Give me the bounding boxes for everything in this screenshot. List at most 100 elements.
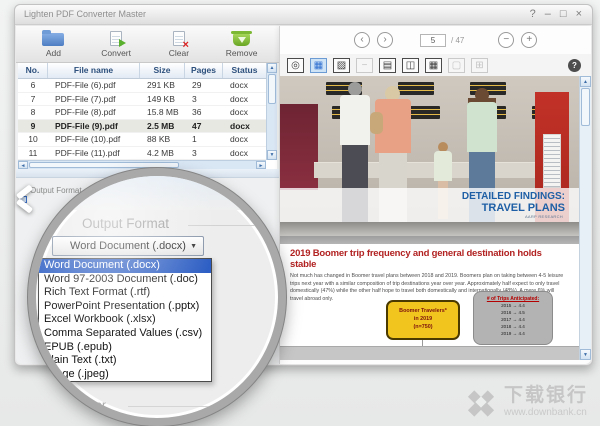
dropdown-option[interactable]: Plain Text (.txt) (39, 354, 211, 368)
maximize-button[interactable]: □ (560, 8, 567, 21)
scroll-left-icon[interactable]: ◄ (18, 161, 28, 169)
prev-page-button[interactable]: ‹ (354, 32, 370, 48)
cell-pages: 47 (185, 120, 223, 133)
table-horizontal-scrollbar[interactable]: ◄ ► (18, 160, 266, 169)
magnifier-content: Output Format Word Document (.docx) ▼ Wo… (36, 176, 278, 418)
column-header-pages[interactable]: Pages (185, 63, 223, 78)
dropdown-list: Word Document (.docx) Word 97-2003 Docum… (38, 258, 212, 382)
magnified-panel-top (36, 176, 278, 210)
scroll-right-icon[interactable]: ► (256, 161, 266, 169)
minimize-button[interactable]: – (545, 8, 551, 21)
groupbox-line (128, 406, 238, 407)
cell-pages: 29 (185, 79, 223, 92)
clear-button[interactable]: × Clear (151, 30, 207, 58)
cell-filename: PDF-File (7).pdf (48, 93, 140, 106)
watermark-text: 下载银行 www.downbank.cn (504, 386, 588, 418)
scroll-up-icon[interactable]: ▲ (267, 63, 277, 73)
table-row-selected[interactable]: 9 PDF-File (9).pdf 2.5 MB 47 docx (18, 120, 266, 134)
panel-collapse-chevron-icon[interactable] (12, 183, 36, 217)
gray-callout-line: 2017 → 4.4 (474, 316, 552, 323)
column-header-status[interactable]: Status (223, 63, 266, 78)
folder-add-icon (42, 30, 64, 46)
next-page-button[interactable]: › (377, 32, 393, 48)
cell-size: 149 KB (140, 93, 185, 106)
document-preview[interactable]: DETAILED FINDINGS: TRAVEL PLANS AARP RES… (280, 76, 579, 360)
cell-filename: PDF-File (11).pdf (48, 147, 140, 160)
header-footer-icon[interactable]: ▤ (379, 58, 396, 73)
table-row[interactable]: 6 PDF-File (6).pdf 291 KB 29 docx (18, 79, 266, 93)
scroll-up-icon[interactable]: ▲ (580, 76, 591, 87)
slide-heading: 2019 Boomer trip frequency and general d… (280, 244, 579, 270)
shoulder-bag (370, 112, 383, 134)
add-button[interactable]: Add (25, 30, 81, 58)
table-row[interactable]: 11 PDF-File (11).pdf 4.2 MB 3 docx (18, 147, 266, 161)
grid-icon[interactable]: ▦ (310, 58, 327, 73)
zoom-in-button[interactable]: + (521, 32, 537, 48)
chevron-down-icon: ▼ (190, 243, 197, 250)
cell-no: 7 (18, 93, 48, 106)
table-row[interactable]: 7 PDF-File (7).pdf 149 KB 3 docx (18, 93, 266, 107)
scroll-down-icon[interactable]: ▼ (580, 349, 591, 360)
remove-object-icon[interactable]: − (356, 58, 373, 73)
convert-button-label: Convert (101, 48, 131, 58)
cell-status: docx (223, 133, 266, 146)
help-icon[interactable]: ? (568, 59, 581, 72)
dropdown-option[interactable]: Excel Workbook (.xlsx) (39, 313, 211, 327)
remove-button[interactable]: Remove (214, 30, 270, 58)
columns-icon[interactable]: ◫ (402, 58, 419, 73)
help-button[interactable]: ? (530, 8, 536, 21)
dropdown-option[interactable]: Image (.jpeg) (39, 368, 211, 382)
dropdown-option[interactable]: Rich Text Format (.rtf) (39, 286, 211, 300)
table-row[interactable]: 8 PDF-File (8).pdf 15.8 MB 36 docx (18, 106, 266, 120)
window-title: Lighten PDF Converter Master (24, 9, 146, 19)
file-table-body: 6 PDF-File (6).pdf 291 KB 29 docx 7 PDF-… (18, 79, 266, 160)
table-grid-icon[interactable]: ⊞ (471, 58, 488, 73)
magnified-output-format-label: Output Format (82, 216, 169, 231)
magnifier-overlay: Output Format Word Document (.docx) ▼ Wo… (28, 168, 286, 426)
preview-scrollbar[interactable]: ▲ ▼ (579, 76, 591, 360)
cell-size: 88 KB (140, 133, 185, 146)
cell-status: docx (223, 93, 266, 106)
zoom-out-button[interactable]: − (498, 32, 514, 48)
cell-no: 8 (18, 106, 48, 119)
snapshot-icon[interactable]: ◎ (287, 58, 304, 73)
plus-icon: + (526, 34, 532, 45)
chevron-left-icon: ‹ (360, 34, 363, 45)
dropdown-option[interactable]: Word 97-2003 Document (.doc) (39, 273, 211, 287)
image-icon[interactable]: ▨ (333, 58, 350, 73)
scroll-down-icon[interactable]: ▼ (267, 150, 277, 160)
table-row[interactable]: 10 PDF-File (10).pdf 88 KB 1 docx (18, 133, 266, 147)
cell-no: 11 (18, 147, 48, 160)
dropdown-option[interactable]: Comma Separated Values (.csv) (39, 327, 211, 341)
table-remove-icon[interactable]: ▦ (425, 58, 442, 73)
scroll-thumb[interactable] (268, 74, 276, 104)
zoom-controls: − + (498, 32, 537, 48)
add-button-label: Add (46, 48, 61, 58)
floor (280, 222, 579, 236)
box-icon[interactable]: ▢ (448, 58, 465, 73)
gray-callout: # of Trips Anticipated: 2015 → 4.4 2016 … (473, 291, 553, 345)
main-toolbar: Add Convert × Clear Remove (16, 26, 279, 63)
cell-filename: PDF-File (6).pdf (48, 79, 140, 92)
slide-title-line2: TRAVEL PLANS (280, 202, 579, 214)
yellow-callout-line2: in 2019 (388, 315, 458, 323)
column-header-filename[interactable]: File name (48, 63, 140, 78)
dropdown-option[interactable]: EPUB (.epub) (39, 341, 211, 355)
yellow-callout-line1: Boomer Travelers* (388, 307, 458, 315)
table-vertical-scrollbar[interactable]: ▲ ▼ (266, 63, 277, 160)
titlebar[interactable]: Lighten PDF Converter Master ? – □ × (15, 5, 592, 25)
cell-pages: 3 (185, 93, 223, 106)
preview-toolbar: ◎ ▦ ▨ − ▤ ◫ ▦ ▢ ⊞ ? (280, 54, 591, 76)
column-header-no[interactable]: No. (18, 63, 48, 78)
cell-status: docx (223, 147, 266, 160)
scroll-thumb[interactable] (581, 88, 590, 126)
cell-filename: PDF-File (9).pdf (48, 120, 140, 133)
dropdown-option[interactable]: PowerPoint Presentation (.pptx) (39, 300, 211, 314)
dropdown-option-selected[interactable]: Word Document (.docx) (39, 259, 211, 273)
output-format-dropdown[interactable]: Word Document (.docx) ▼ (52, 236, 204, 256)
convert-button[interactable]: Convert (88, 30, 144, 58)
yellow-callout-line3: (n=750) (388, 323, 458, 331)
close-button[interactable]: × (576, 8, 582, 21)
column-header-size[interactable]: Size (140, 63, 185, 78)
page-input[interactable] (420, 34, 446, 47)
